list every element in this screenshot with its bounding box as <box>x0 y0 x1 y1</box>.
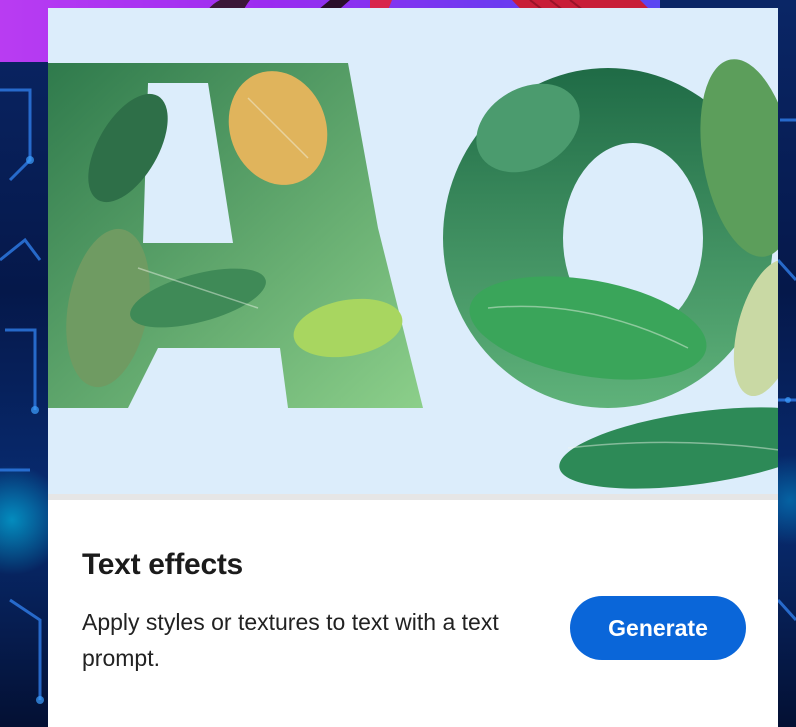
leafy-letters-graphic <box>48 59 778 489</box>
text-effects-card: Text effects Apply styles or textures to… <box>48 8 778 727</box>
card-description: Apply styles or textures to text with a … <box>82 609 499 671</box>
card-title: Text effects <box>82 548 243 581</box>
card-divider <box>48 494 778 500</box>
text-effects-preview-image <box>48 8 778 496</box>
generate-button[interactable]: Generate <box>570 596 746 660</box>
